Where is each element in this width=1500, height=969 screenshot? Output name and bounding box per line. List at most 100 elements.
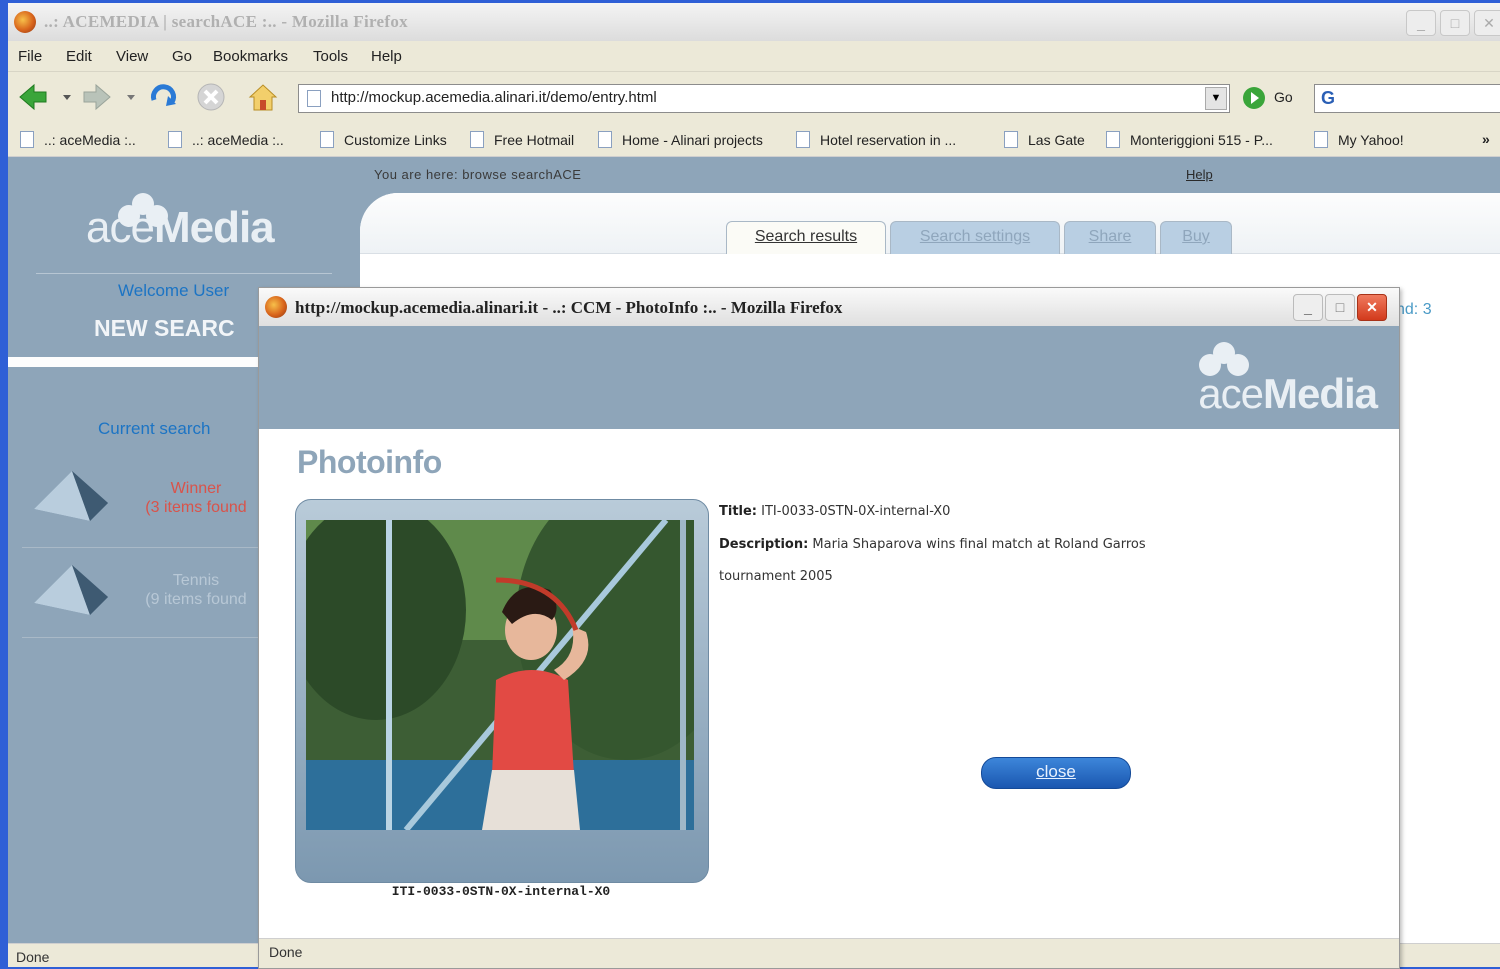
pyramid-icon[interactable]: [32, 469, 112, 525]
firefox-icon: [14, 11, 36, 33]
tab-search-settings[interactable]: Search settings: [890, 221, 1060, 254]
forward-arrow-icon[interactable]: [80, 80, 114, 114]
bookmarks-overflow-icon[interactable]: »: [1482, 131, 1490, 147]
page-icon: [307, 90, 321, 107]
close-button[interactable]: close: [981, 757, 1131, 789]
acemedia-logo: aceMedia: [86, 203, 275, 253]
popup-minimize-button[interactable]: _: [1293, 294, 1323, 321]
bookmark-item[interactable]: My Yahoo!: [1314, 131, 1404, 148]
popup-title-bar: http://mockup.acemedia.alinari.it - ..: …: [259, 288, 1399, 327]
menu-file[interactable]: File: [18, 48, 42, 65]
bookmark-item[interactable]: Las Gate: [1004, 131, 1085, 148]
logo-media-text: Media: [153, 203, 275, 252]
go-arrow-icon[interactable]: [1242, 86, 1266, 110]
firefox-icon: [265, 296, 287, 318]
help-link[interactable]: Help: [1186, 167, 1213, 182]
close-window-button[interactable]: ✕: [1474, 10, 1500, 36]
photoinfo-popup-window: http://mockup.acemedia.alinari.it - ..: …: [258, 287, 1400, 969]
menu-view[interactable]: View: [116, 48, 148, 65]
back-arrow-icon[interactable]: [16, 80, 50, 114]
page-icon: [320, 131, 334, 148]
url-dropdown-icon[interactable]: ▼: [1205, 87, 1227, 110]
navigation-toolbar: http://mockup.acemedia.alinari.it/demo/e…: [8, 71, 1500, 123]
bookmark-item[interactable]: Home - Alinari projects: [598, 131, 763, 148]
pyramid-icon[interactable]: [32, 563, 112, 619]
bookmark-label: My Yahoo!: [1338, 132, 1404, 148]
result-item-winner[interactable]: Winner (3 items found: [126, 479, 266, 517]
popup-status-text: Done: [269, 944, 303, 960]
window-title: ..: ACEMEDIA | searchACE :.. - Mozilla F…: [44, 12, 408, 31]
popup-close-button[interactable]: ✕: [1357, 294, 1387, 321]
result-count: (9 items found: [145, 591, 247, 608]
description-continuation: tournament 2005: [719, 569, 833, 584]
photo-frame: [295, 499, 709, 883]
popup-maximize-button[interactable]: □: [1325, 294, 1355, 321]
bookmark-item[interactable]: Hotel reservation in ...: [796, 131, 956, 148]
tab-search-results[interactable]: Search results: [726, 221, 886, 254]
title-value: ITI-0033-0STN-0X-internal-X0: [761, 504, 951, 519]
page-icon: [20, 131, 34, 148]
bookmark-label: ..: aceMedia :..: [44, 132, 136, 148]
items-found-count: nd: 3: [1396, 301, 1432, 318]
maximize-button[interactable]: □: [1440, 10, 1470, 36]
bookmark-label: Home - Alinari projects: [622, 132, 763, 148]
tennis-photo[interactable]: [306, 520, 694, 830]
bookmark-label: Hotel reservation in ...: [820, 132, 957, 148]
menu-bookmarks[interactable]: Bookmarks: [213, 48, 288, 65]
bookmark-item[interactable]: Free Hotmail: [470, 131, 574, 148]
page-title: Photoinfo: [297, 444, 442, 480]
menu-tools[interactable]: Tools: [313, 48, 348, 65]
url-field[interactable]: http://mockup.acemedia.alinari.it/demo/e…: [298, 84, 1230, 113]
welcome-text: Welcome User: [118, 281, 230, 300]
tab-row: Search results Search settings Share Buy: [360, 193, 1500, 254]
reload-icon[interactable]: [146, 80, 180, 114]
divider: [36, 273, 332, 274]
description-row: Description: Maria Shaparova wins final …: [719, 537, 1146, 552]
bookmark-item[interactable]: ..: aceMedia :..: [168, 131, 284, 148]
forward-dropdown-icon[interactable]: [124, 80, 138, 114]
bookmark-item[interactable]: Monteriggioni 515 - P...: [1106, 131, 1273, 148]
menu-edit[interactable]: Edit: [66, 48, 92, 65]
menu-help[interactable]: Help: [371, 48, 402, 65]
home-icon[interactable]: [246, 80, 280, 114]
stop-icon[interactable]: [194, 80, 228, 114]
description-value: Maria Shaparova wins final match at Rola…: [812, 537, 1146, 552]
logo-media-text: Media: [1262, 370, 1378, 417]
menu-bar: File Edit View Go Bookmarks Tools Help: [8, 41, 1500, 71]
page-icon: [796, 131, 810, 148]
page-icon: [598, 131, 612, 148]
result-item-tennis[interactable]: Tennis (9 items found: [126, 571, 266, 609]
title-label: Title:: [719, 504, 758, 519]
new-search-link[interactable]: NEW SEARC: [94, 315, 235, 342]
bookmark-label: Las Gate: [1028, 132, 1085, 148]
back-dropdown-icon[interactable]: [60, 80, 74, 114]
page-icon: [1314, 131, 1328, 148]
logo-ace-text: ace: [86, 203, 155, 252]
current-search-label: Current search: [98, 419, 211, 438]
bookmark-item[interactable]: Customize Links: [320, 131, 447, 148]
popup-header: aceMedia: [259, 326, 1399, 429]
search-field[interactable]: G: [1314, 84, 1500, 113]
menu-go[interactable]: Go: [172, 48, 192, 65]
bookmark-item[interactable]: ..: aceMedia :..: [20, 131, 136, 148]
page-icon: [1004, 131, 1018, 148]
minimize-button[interactable]: _: [1406, 10, 1436, 36]
acemedia-logo: aceMedia: [1198, 370, 1378, 418]
go-button[interactable]: Go: [1274, 89, 1293, 105]
logo-ace-text: ace: [1198, 370, 1264, 417]
tab-buy[interactable]: Buy: [1160, 221, 1232, 254]
popup-status-bar: Done: [259, 938, 1399, 968]
title-bar: ..: ACEMEDIA | searchACE :.. - Mozilla F…: [8, 3, 1500, 42]
title-row: Title: ITI-0033-0STN-0X-internal-X0: [719, 504, 950, 519]
bookmark-label: Customize Links: [344, 132, 447, 148]
tab-share[interactable]: Share: [1064, 221, 1156, 254]
photo-caption: ITI-0033-0STN-0X-internal-X0: [391, 884, 611, 899]
breadcrumb: You are here: browse searchACE: [374, 167, 582, 182]
page-icon: [470, 131, 484, 148]
bookmark-label: Free Hotmail: [494, 132, 575, 148]
page-icon: [1106, 131, 1120, 148]
bookmarks-toolbar: ..: aceMedia :.. ..: aceMedia :.. Custom…: [8, 122, 1500, 157]
description-label: Description:: [719, 537, 809, 552]
result-count: (3 items found: [145, 499, 247, 516]
google-search-icon: G: [1321, 88, 1336, 108]
